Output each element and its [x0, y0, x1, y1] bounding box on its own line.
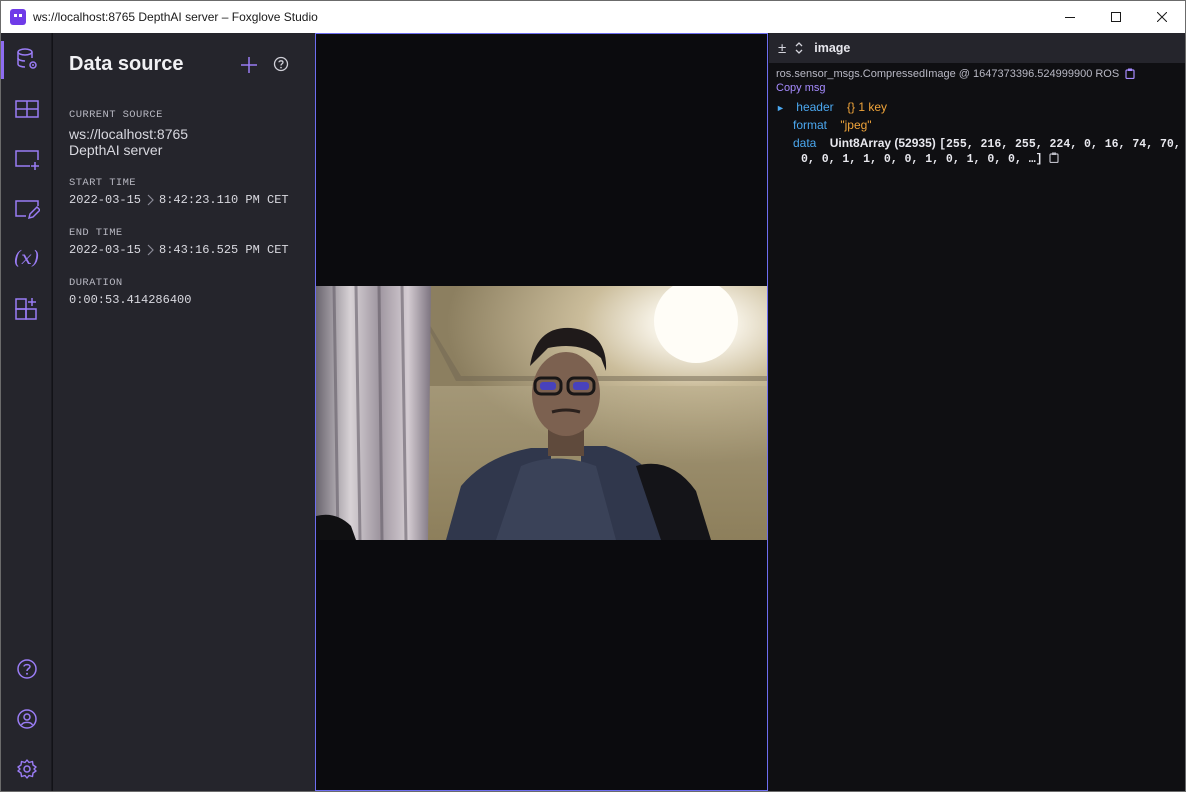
clipboard-icon[interactable] [1125, 68, 1135, 80]
tree-row-data-continued: 0, 0, 1, 1, 0, 0, 1, 0, 1, 0, 0, …] [801, 151, 1059, 166]
window-title: ws://localhost:8765 DepthAI server – Fox… [33, 10, 318, 24]
chevron-right-icon [147, 244, 154, 256]
rail-variables[interactable]: (x) [1, 238, 52, 278]
tree-row-data: data Uint8Array (52935) [255, 216, 255, … [793, 136, 1185, 151]
panel-settings-icon [14, 200, 40, 220]
camera-frame-image [316, 286, 767, 540]
end-time-label: END TIME [69, 227, 123, 239]
close-icon [1157, 12, 1167, 22]
minimize-button[interactable] [1047, 1, 1093, 33]
variables-icon: (x) [13, 247, 40, 269]
data-values-line1: [255, 216, 255, 224, 0, 16, 74, 70, 73, … [939, 138, 1185, 151]
schema-text: ros.sensor_msgs.CompressedImage @ 164737… [776, 68, 1120, 80]
rail-help[interactable] [1, 649, 52, 689]
duration-label: DURATION [69, 277, 123, 289]
field-key: data [793, 136, 817, 150]
settings-icon [16, 759, 37, 779]
layouts-icon [14, 100, 39, 118]
data-values-line2: 0, 0, 1, 1, 0, 0, 1, 0, 1, 0, 0, …] [801, 153, 1043, 166]
maximize-button[interactable] [1093, 1, 1139, 33]
data-type: Uint8Array (52935) [829, 136, 936, 150]
maximize-icon [1111, 12, 1121, 22]
extensions-icon [14, 298, 37, 320]
copy-msg-link[interactable]: Copy msg [776, 82, 826, 94]
topic-input[interactable]: image [814, 41, 850, 55]
panel-toolbar: ± image [769, 33, 1185, 63]
minimize-icon [1065, 17, 1075, 18]
end-date: 2022-03-15 [69, 243, 142, 257]
help-icon [16, 659, 37, 679]
image-panel[interactable] [315, 33, 768, 791]
plus-icon [241, 57, 257, 73]
sidebar-rail: (x) [1, 33, 52, 791]
expand-collapse-icon[interactable] [794, 40, 804, 56]
start-time-label: START TIME [69, 177, 137, 189]
rail-add-panel[interactable] [1, 139, 52, 179]
rail-extensions[interactable] [1, 289, 52, 329]
data-source-icon [16, 48, 37, 69]
rail-settings[interactable] [1, 749, 52, 789]
add-source-button[interactable] [239, 53, 259, 77]
rail-account[interactable] [1, 699, 52, 739]
chevron-right-icon [147, 194, 154, 206]
data-source-help-button[interactable] [272, 55, 290, 73]
field-value: "jpeg" [840, 118, 872, 132]
camera-image [316, 286, 767, 540]
field-key: format [793, 118, 828, 132]
diff-toggle-icon[interactable]: ± [778, 40, 786, 57]
rail-panel-settings[interactable] [1, 189, 52, 229]
duration-value: 0:00:53.414286400 [69, 293, 192, 307]
message-schema-line: ros.sensor_msgs.CompressedImage @ 164737… [776, 68, 1135, 80]
foxglove-logo-icon [10, 9, 26, 25]
start-time-value: 2022-03-15 8:42:23.110 PM CET [69, 193, 289, 207]
close-button[interactable] [1139, 1, 1185, 33]
start-clock: 8:42:23.110 PM CET [159, 193, 289, 207]
current-source-name: DepthAI server [69, 142, 163, 158]
tree-row-format: format "jpeg" [793, 118, 872, 132]
data-source-panel: Data source CURRENT SOURCE ws://localhos… [53, 33, 315, 791]
rail-data-source[interactable] [1, 39, 52, 79]
raw-messages-panel: ± image ros.sensor_msgs.CompressedImage … [769, 33, 1185, 791]
start-date: 2022-03-15 [69, 193, 142, 207]
window-controls [1047, 1, 1185, 33]
end-clock: 8:43:16.525 PM CET [159, 243, 289, 257]
end-time-value: 2022-03-15 8:43:16.525 PM CET [69, 243, 289, 257]
current-source-label: CURRENT SOURCE [69, 109, 163, 121]
title-bar: ws://localhost:8765 DepthAI server – Fox… [1, 1, 1185, 33]
account-icon [16, 709, 37, 729]
add-panel-icon [14, 150, 39, 170]
tree-row-header[interactable]: ► header {} 1 key [776, 100, 887, 114]
help-circle-icon [273, 56, 289, 72]
panel-title: Data source [69, 53, 184, 75]
app-window: ws://localhost:8765 DepthAI server – Fox… [0, 0, 1186, 792]
clipboard-icon[interactable] [1049, 152, 1059, 164]
rail-layouts[interactable] [1, 89, 52, 129]
current-source-url: ws://localhost:8765 [69, 126, 189, 142]
field-key: header [796, 100, 834, 114]
expand-arrow-icon[interactable]: ► [776, 103, 785, 113]
field-value: {} 1 key [846, 100, 888, 114]
